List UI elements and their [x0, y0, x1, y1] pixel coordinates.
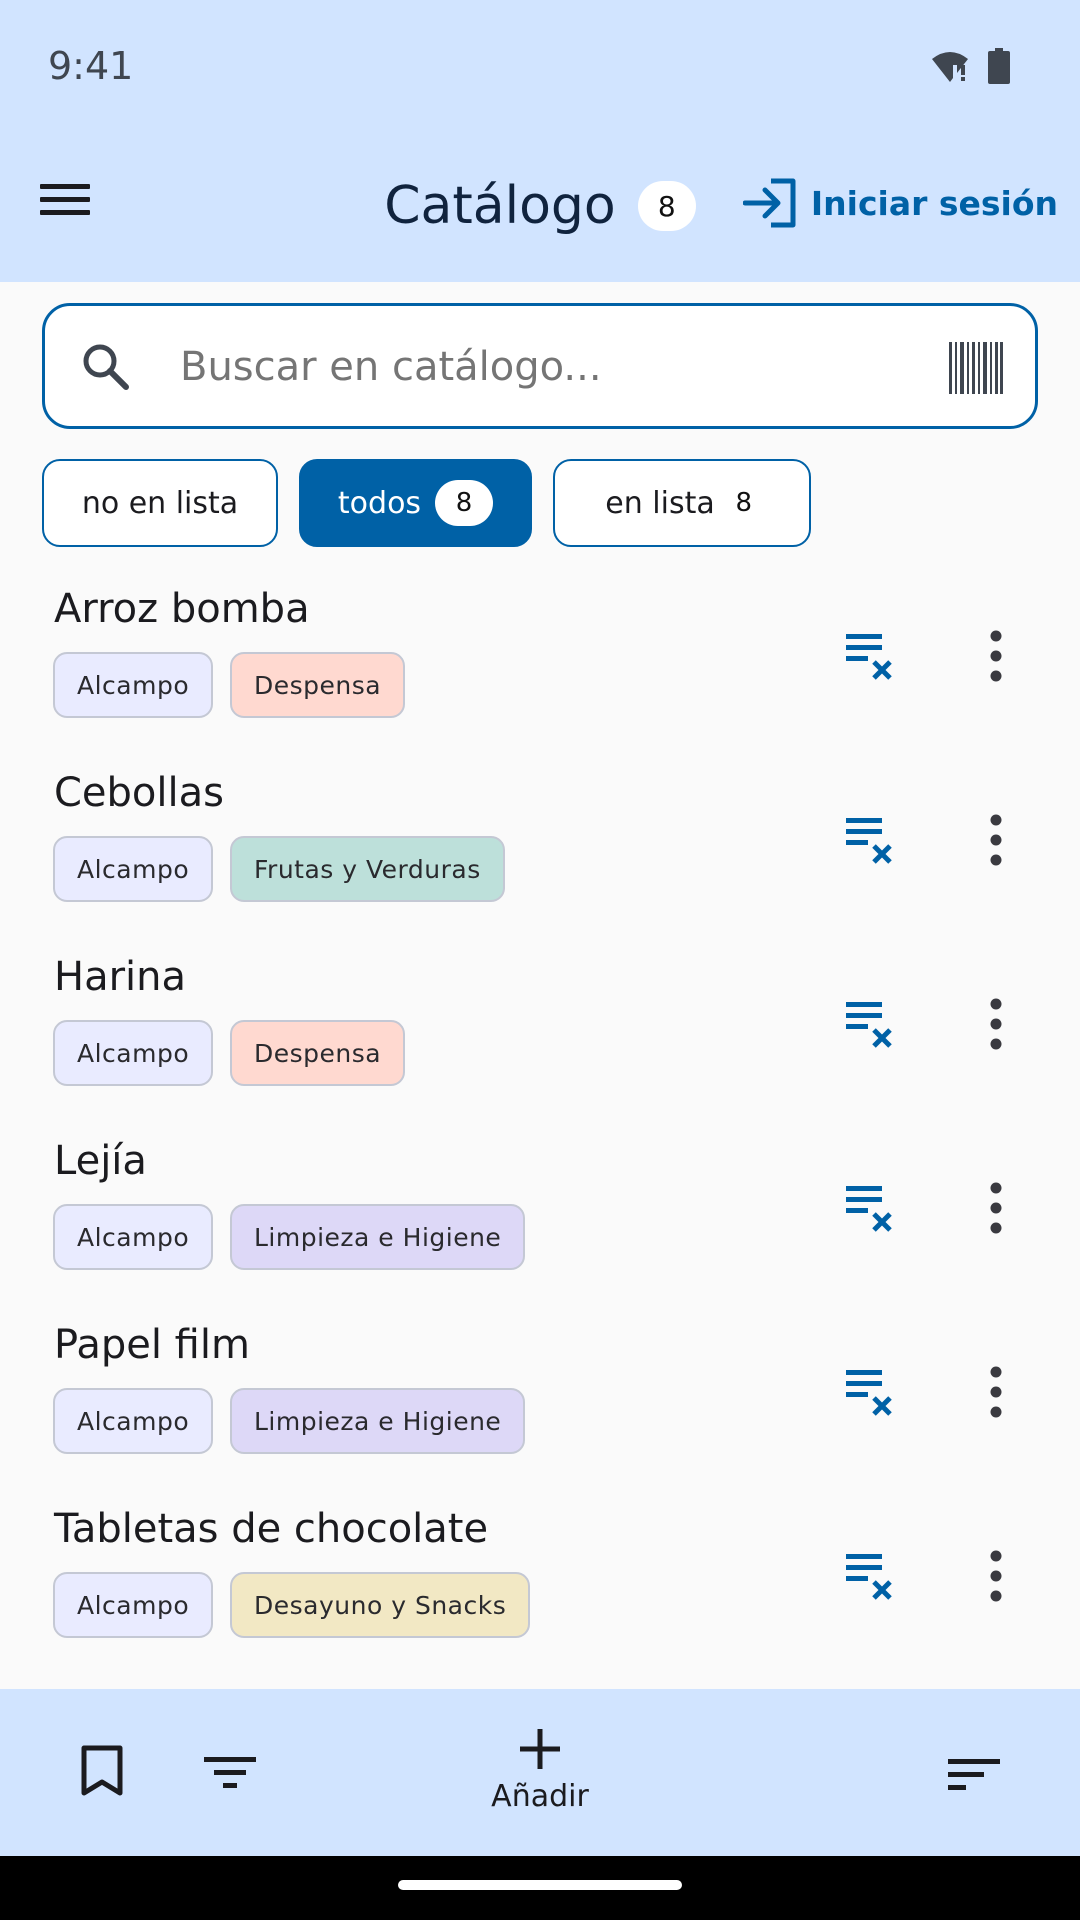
item-name: Tabletas de chocolate	[54, 1506, 489, 1552]
search-bar[interactable]	[42, 303, 1038, 429]
filter-icon	[204, 1757, 256, 1788]
store-tag: Alcampo	[53, 1204, 214, 1270]
remove-from-list-button[interactable]	[842, 1548, 898, 1604]
app-bar: 9:41 Catálogo 8 Iniciar sesión	[0, 0, 1080, 282]
status-time: 9:41	[48, 44, 134, 88]
item-name: Papel film	[54, 1322, 250, 1368]
playlist-remove-icon	[846, 634, 892, 680]
more-options-button[interactable]	[980, 1364, 1012, 1420]
list-item[interactable]: Cebollas Alcampo Frutas y Verduras	[0, 760, 1080, 944]
more-options-button[interactable]	[980, 996, 1012, 1052]
add-label: Añadir	[491, 1779, 589, 1814]
more-vertical-icon	[990, 1550, 1002, 1602]
more-vertical-icon	[990, 998, 1002, 1050]
filter-button[interactable]	[204, 1755, 256, 1795]
search-icon	[83, 344, 129, 390]
more-vertical-icon	[990, 630, 1002, 682]
catalog-list: Arroz bomba Alcampo Despensa Cebollas Al…	[0, 576, 1080, 1680]
home-indicator[interactable]	[398, 1880, 682, 1890]
page-title: Catálogo	[384, 176, 616, 236]
category-tag: Despensa	[230, 652, 406, 718]
playlist-remove-icon	[846, 1554, 892, 1600]
playlist-remove-icon	[846, 1186, 892, 1232]
chip-label: en lista	[605, 485, 715, 521]
more-options-button[interactable]	[980, 1548, 1012, 1604]
store-tag: Alcampo	[53, 1388, 214, 1454]
login-icon	[742, 178, 796, 228]
more-options-button[interactable]	[980, 628, 1012, 684]
category-tag: Limpieza e Higiene	[230, 1388, 526, 1454]
store-tag: Alcampo	[53, 652, 214, 718]
login-button[interactable]: Iniciar sesión	[742, 178, 1058, 228]
battery-icon	[988, 48, 1010, 84]
list-item[interactable]: Tabletas de chocolate Alcampo Desayuno y…	[0, 1496, 1080, 1680]
item-name: Arroz bomba	[54, 586, 310, 632]
category-tag: Limpieza e Higiene	[230, 1204, 526, 1270]
add-button[interactable]: Añadir	[440, 1727, 640, 1814]
category-tag: Frutas y Verduras	[230, 836, 505, 902]
status-icons	[930, 48, 1010, 84]
store-tag: Alcampo	[53, 1020, 214, 1086]
sort-icon	[948, 1759, 1000, 1790]
playlist-remove-icon	[846, 1370, 892, 1416]
sort-button[interactable]	[948, 1757, 1000, 1797]
item-name: Cebollas	[54, 770, 224, 816]
more-vertical-icon	[990, 1366, 1002, 1418]
more-options-button[interactable]	[980, 1180, 1012, 1236]
category-tag: Despensa	[230, 1020, 406, 1086]
search-input[interactable]	[180, 334, 940, 400]
barcode-scan-icon[interactable]	[949, 342, 1003, 394]
playlist-remove-icon	[846, 1002, 892, 1048]
plus-icon	[520, 1729, 560, 1769]
remove-from-list-button[interactable]	[842, 1364, 898, 1420]
wifi-alert-icon	[932, 52, 968, 82]
chip-label: todos	[337, 485, 422, 521]
more-options-button[interactable]	[980, 812, 1012, 868]
list-item[interactable]: Harina Alcampo Despensa	[0, 944, 1080, 1128]
filter-chip-all[interactable]: todos 8	[299, 459, 532, 547]
filter-chip-in-list[interactable]: en lista 8	[553, 459, 811, 547]
list-item[interactable]: Arroz bomba Alcampo Despensa	[0, 576, 1080, 760]
list-item[interactable]: Papel film Alcampo Limpieza e Higiene	[0, 1312, 1080, 1496]
catalog-count-badge: 8	[637, 181, 696, 231]
item-name: Lejía	[54, 1138, 147, 1184]
list-item[interactable]: Lejía Alcampo Limpieza e Higiene	[0, 1128, 1080, 1312]
bottom-app-bar: Añadir	[0, 1689, 1080, 1856]
store-tag: Alcampo	[53, 836, 214, 902]
more-vertical-icon	[990, 814, 1002, 866]
system-navigation-bar	[0, 1856, 1080, 1920]
filter-chip-not-in-list[interactable]: no en lista	[42, 459, 278, 547]
login-label: Iniciar sesión	[810, 183, 1058, 223]
chip-count-badge: 8	[735, 488, 752, 518]
remove-from-list-button[interactable]	[842, 996, 898, 1052]
item-name: Harina	[54, 954, 187, 1000]
remove-from-list-button[interactable]	[842, 628, 898, 684]
chip-label: no en lista	[81, 485, 239, 521]
bookmark-button[interactable]	[80, 1745, 124, 1801]
store-tag: Alcampo	[53, 1572, 214, 1638]
bookmark-icon	[81, 1745, 123, 1796]
remove-from-list-button[interactable]	[842, 812, 898, 868]
playlist-remove-icon	[846, 818, 892, 864]
remove-from-list-button[interactable]	[842, 1180, 898, 1236]
category-tag: Desayuno y Snacks	[230, 1572, 531, 1638]
chip-count-badge: 8	[435, 480, 494, 526]
more-vertical-icon	[990, 1182, 1002, 1234]
